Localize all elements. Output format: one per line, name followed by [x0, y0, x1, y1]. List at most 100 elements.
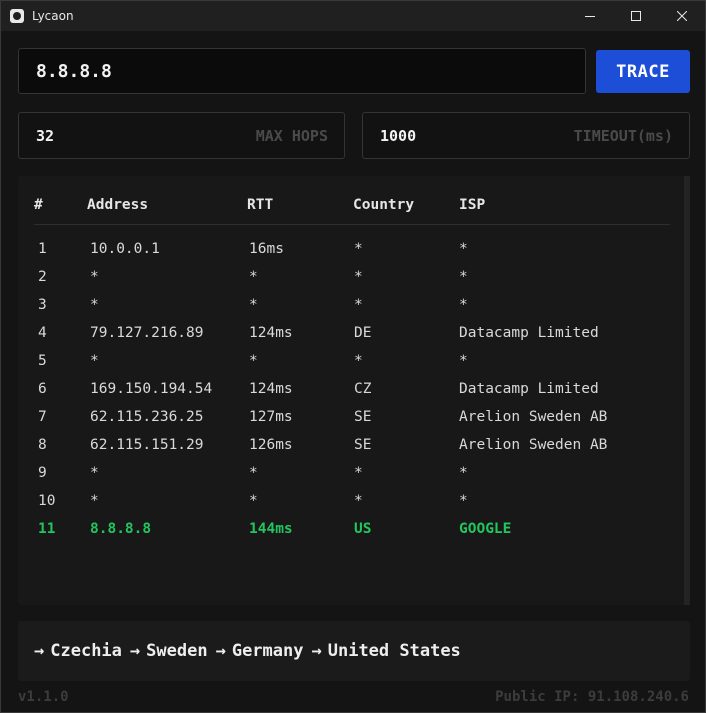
table-row: 5 * * * *	[34, 347, 670, 375]
hop-rtt: 124ms	[249, 325, 293, 341]
hop-isp: GOOGLE	[459, 521, 512, 537]
route-country: Czechia	[50, 641, 122, 661]
max-hops-label: MAX HOPS	[255, 126, 328, 145]
results-panel: # Address RTT Country ISP 1 10.0.0.1 16m…	[18, 176, 690, 605]
minimize-button[interactable]	[567, 1, 613, 31]
hop-isp: *	[459, 297, 468, 313]
hop-rtt: *	[249, 297, 258, 313]
hop-address: *	[90, 269, 99, 285]
hop-num: 1	[38, 241, 47, 257]
hop-isp: Arelion Sweden AB	[459, 409, 608, 425]
hop-address: *	[90, 297, 99, 313]
route-summary: → Czechia → Sweden → Germany → United St…	[18, 621, 690, 681]
hop-isp: Datacamp Limited	[459, 325, 599, 341]
table-row: 4 79.127.216.89 124ms DE Datacamp Limite…	[34, 319, 670, 347]
table-header-row: # Address RTT Country ISP	[34, 191, 670, 225]
header-num: #	[34, 191, 87, 225]
hop-address: *	[90, 493, 99, 509]
app-window: Lycaon TRACE 32 MAX HOPS 1000 TIMEOUT(ms…	[0, 0, 706, 713]
hop-country: *	[354, 465, 363, 481]
hop-rtt: *	[249, 493, 258, 509]
hop-address: 8.8.8.8	[90, 521, 152, 537]
hop-address: 10.0.0.1	[90, 241, 160, 257]
maximize-icon	[631, 11, 641, 21]
table-row: 1 10.0.0.1 16ms * *	[34, 225, 670, 264]
hop-rtt: 124ms	[249, 381, 293, 397]
hop-num: 5	[38, 353, 47, 369]
hop-address: *	[90, 465, 99, 481]
hop-address: 62.115.236.25	[90, 409, 204, 425]
header-isp: ISP	[459, 191, 670, 225]
table-row: 8 62.115.151.29 126ms SE Arelion Sweden …	[34, 431, 670, 459]
table-row: 2 * * * *	[34, 263, 670, 291]
route-country: Sweden	[146, 641, 208, 661]
hop-num: 4	[38, 325, 47, 341]
table-row: 6 169.150.194.54 124ms CZ Datacamp Limit…	[34, 375, 670, 403]
app-logo-icon	[10, 9, 24, 23]
hops-table-body: 1 10.0.0.1 16ms * * 2 * * * * 3 * * * * …	[34, 225, 670, 544]
hop-num: 8	[38, 437, 47, 453]
table-row: 3 * * * *	[34, 291, 670, 319]
hop-isp: *	[459, 493, 468, 509]
hops-table: # Address RTT Country ISP 1 10.0.0.1 16m…	[34, 191, 670, 543]
hop-address: 62.115.151.29	[90, 437, 204, 453]
close-button[interactable]	[659, 1, 705, 31]
maximize-button[interactable]	[613, 1, 659, 31]
hop-address: 79.127.216.89	[90, 325, 204, 341]
target-input[interactable]	[18, 48, 586, 94]
timeout-label: TIMEOUT(ms)	[573, 126, 673, 145]
hop-isp: *	[459, 269, 468, 285]
route-arrow-icon: →	[129, 641, 141, 661]
hop-isp: *	[459, 465, 468, 481]
trace-button[interactable]: TRACE	[596, 50, 690, 93]
hop-rtt: *	[249, 269, 258, 285]
route-arrow-icon: →	[311, 641, 322, 661]
hop-country: *	[354, 241, 363, 257]
header-address: Address	[87, 191, 247, 225]
minimize-icon	[585, 16, 595, 17]
hop-country: SE	[354, 409, 372, 425]
route-arrow-icon: →	[215, 641, 226, 661]
title-bar: Lycaon	[1, 1, 705, 31]
version-label: v1.1.0	[18, 689, 69, 705]
hop-num: 2	[38, 269, 47, 285]
table-row: 7 62.115.236.25 127ms SE Arelion Sweden …	[34, 403, 670, 431]
window-title: Lycaon	[32, 9, 74, 23]
close-icon	[677, 11, 687, 21]
hop-country: DE	[354, 325, 372, 341]
header-rtt: RTT	[247, 191, 353, 225]
hop-address: 169.150.194.54	[90, 381, 213, 397]
header-country: Country	[353, 191, 459, 225]
timeout-field[interactable]: 1000 TIMEOUT(ms)	[362, 112, 690, 159]
hop-num: 11	[38, 521, 56, 537]
hop-rtt: 126ms	[249, 437, 293, 453]
timeout-value[interactable]: 1000	[380, 127, 416, 145]
route-arrow-icon: →	[34, 641, 45, 661]
route-country: United States	[327, 641, 461, 661]
hop-country: *	[354, 353, 363, 369]
hop-country: *	[354, 297, 363, 313]
max-hops-value[interactable]: 32	[36, 127, 54, 145]
window-controls	[567, 1, 705, 31]
hop-num: 7	[38, 409, 47, 425]
table-row: 10 * * * *	[34, 487, 670, 515]
hop-num: 9	[38, 465, 47, 481]
hop-isp: *	[459, 241, 468, 257]
hop-rtt: *	[249, 353, 258, 369]
hop-isp: Datacamp Limited	[459, 381, 599, 397]
hop-isp: *	[459, 353, 468, 369]
hop-rtt: 16ms	[249, 241, 284, 257]
hop-num: 6	[38, 381, 47, 397]
results-scrollbar[interactable]	[684, 176, 690, 605]
max-hops-field[interactable]: 32 MAX HOPS	[18, 112, 345, 159]
hop-country: CZ	[354, 381, 372, 397]
public-ip-label: Public IP: 91.108.240.6	[495, 689, 689, 705]
hop-isp: Arelion Sweden AB	[459, 437, 608, 453]
table-row: 9 * * * *	[34, 459, 670, 487]
hop-country: SE	[354, 437, 372, 453]
hop-address: *	[90, 353, 99, 369]
hop-rtt: *	[249, 465, 258, 481]
hop-country: US	[354, 521, 372, 537]
hop-rtt: 127ms	[249, 409, 293, 425]
hop-country: *	[354, 269, 363, 285]
